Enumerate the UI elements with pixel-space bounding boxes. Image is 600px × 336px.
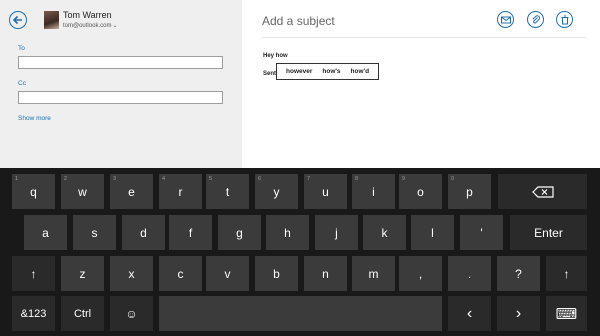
key-p[interactable]: 0p — [448, 174, 491, 209]
key-w[interactable]: 2w — [61, 174, 104, 209]
delete-icon — [561, 15, 568, 24]
message-signature: Sent — [263, 71, 277, 77]
suggestion-popup: however how's how'd — [276, 63, 380, 80]
emoji-key[interactable]: ☺ — [110, 296, 153, 331]
key-f[interactable]: f — [169, 215, 212, 250]
key-label: t — [225, 184, 230, 199]
ctrl-key[interactable]: Ctrl — [61, 296, 104, 331]
shift-right-key[interactable]: ↑ — [546, 256, 587, 291]
key-s[interactable]: s — [73, 215, 116, 250]
key-l[interactable]: l — [411, 215, 454, 250]
enter-key[interactable]: Enter — [510, 215, 587, 250]
keyboard-icon: ⌨ — [555, 305, 578, 323]
key-i[interactable]: 8i — [352, 174, 395, 209]
key-label: r — [178, 184, 183, 199]
key-label: y — [273, 184, 280, 199]
key-hint: 1 — [15, 176, 19, 182]
key-y[interactable]: 6y — [255, 174, 298, 209]
key-v[interactable]: v — [206, 256, 249, 291]
key-hint: 8 — [355, 176, 359, 182]
key-hint: 4 — [162, 176, 166, 182]
key-hint: 3 — [113, 176, 117, 182]
key-m[interactable]: m — [352, 256, 395, 291]
avatar — [44, 11, 59, 29]
key-n[interactable]: n — [304, 256, 347, 291]
key-hint: 5 — [209, 176, 213, 182]
send-button[interactable] — [497, 11, 514, 28]
arrow-left-key[interactable]: ‹ — [448, 296, 491, 331]
arrow-left-icon: ‹ — [466, 304, 473, 322]
key-c[interactable]: c — [159, 256, 202, 291]
shift-left-key[interactable]: ↑ — [12, 256, 55, 291]
subject-field[interactable]: Add a subject — [262, 14, 335, 28]
chevron-down-icon: ⌄ — [112, 23, 118, 29]
key-r[interactable]: 4r — [159, 174, 202, 209]
key-hint: 7 — [307, 176, 311, 182]
emoji-icon: ☺ — [125, 306, 138, 321]
key-x[interactable]: x — [110, 256, 153, 291]
arrow-right-icon: › — [515, 304, 522, 322]
cc-label: Cc — [18, 80, 26, 87]
key-k[interactable]: k — [363, 215, 406, 250]
key-apostrophe[interactable]: ' — [460, 215, 503, 250]
sender-email[interactable]: tom@outlook.com⌄ — [63, 22, 117, 29]
suggestion-item[interactable]: how'd — [346, 68, 375, 75]
key-period[interactable]: . — [448, 256, 491, 291]
back-button[interactable] — [9, 11, 27, 29]
key-u[interactable]: 7u — [304, 174, 347, 209]
message-body-line[interactable]: Hey how — [263, 53, 288, 59]
backspace-key[interactable] — [498, 174, 587, 209]
suggestion-item[interactable]: however — [281, 68, 317, 75]
cc-field[interactable] — [18, 91, 223, 104]
show-more-link[interactable]: Show more — [18, 115, 51, 122]
sender-name: Tom Warren — [63, 10, 112, 20]
arrow-right-key[interactable]: › — [497, 296, 540, 331]
key-q[interactable]: 1q — [12, 174, 55, 209]
key-d[interactable]: d — [122, 215, 165, 250]
attach-icon — [531, 14, 540, 24]
key-label: u — [322, 184, 329, 199]
key-comma[interactable]: , — [399, 256, 442, 291]
email-icon — [500, 16, 511, 23]
key-label: p — [466, 184, 473, 199]
keyboard-switch-key[interactable]: ⌨ — [546, 296, 587, 331]
to-label: To — [18, 45, 25, 52]
key-a[interactable]: a — [24, 215, 67, 250]
key-hint: 6 — [258, 176, 262, 182]
key-hint: 9 — [402, 176, 406, 182]
key-o[interactable]: 9o — [399, 174, 442, 209]
backspace-icon — [531, 185, 554, 198]
key-label: o — [417, 184, 424, 199]
key-b[interactable]: b — [255, 256, 298, 291]
to-field[interactable] — [18, 56, 223, 69]
subject-divider — [262, 37, 586, 38]
key-t[interactable]: 5t — [206, 174, 249, 209]
key-label: i — [372, 184, 375, 199]
key-label: w — [78, 184, 87, 199]
touch-keyboard: 1q 2w 3e 4r 5t 6y 7u 8i 9o 0p a s d f g … — [0, 168, 600, 336]
symbols-key[interactable]: &123 — [12, 296, 55, 331]
key-h[interactable]: h — [266, 215, 309, 250]
suggestion-item[interactable]: how's — [317, 68, 345, 75]
key-label: q — [30, 184, 37, 199]
key-g[interactable]: g — [218, 215, 261, 250]
key-hint: 2 — [64, 176, 68, 182]
delete-button[interactable] — [556, 11, 573, 28]
sender-email-text: tom@outlook.com — [63, 23, 112, 29]
key-z[interactable]: z — [61, 256, 104, 291]
key-j[interactable]: j — [315, 215, 358, 250]
compose-header-pane: Tom Warren tom@outlook.com⌄ To Cc Show m… — [0, 0, 242, 168]
back-arrow-icon — [12, 15, 22, 25]
key-question[interactable]: ? — [497, 256, 540, 291]
attach-button[interactable] — [527, 11, 544, 28]
space-key[interactable] — [159, 296, 442, 331]
key-label: e — [128, 184, 135, 199]
key-e[interactable]: 3e — [110, 174, 153, 209]
key-hint: 0 — [451, 176, 455, 182]
